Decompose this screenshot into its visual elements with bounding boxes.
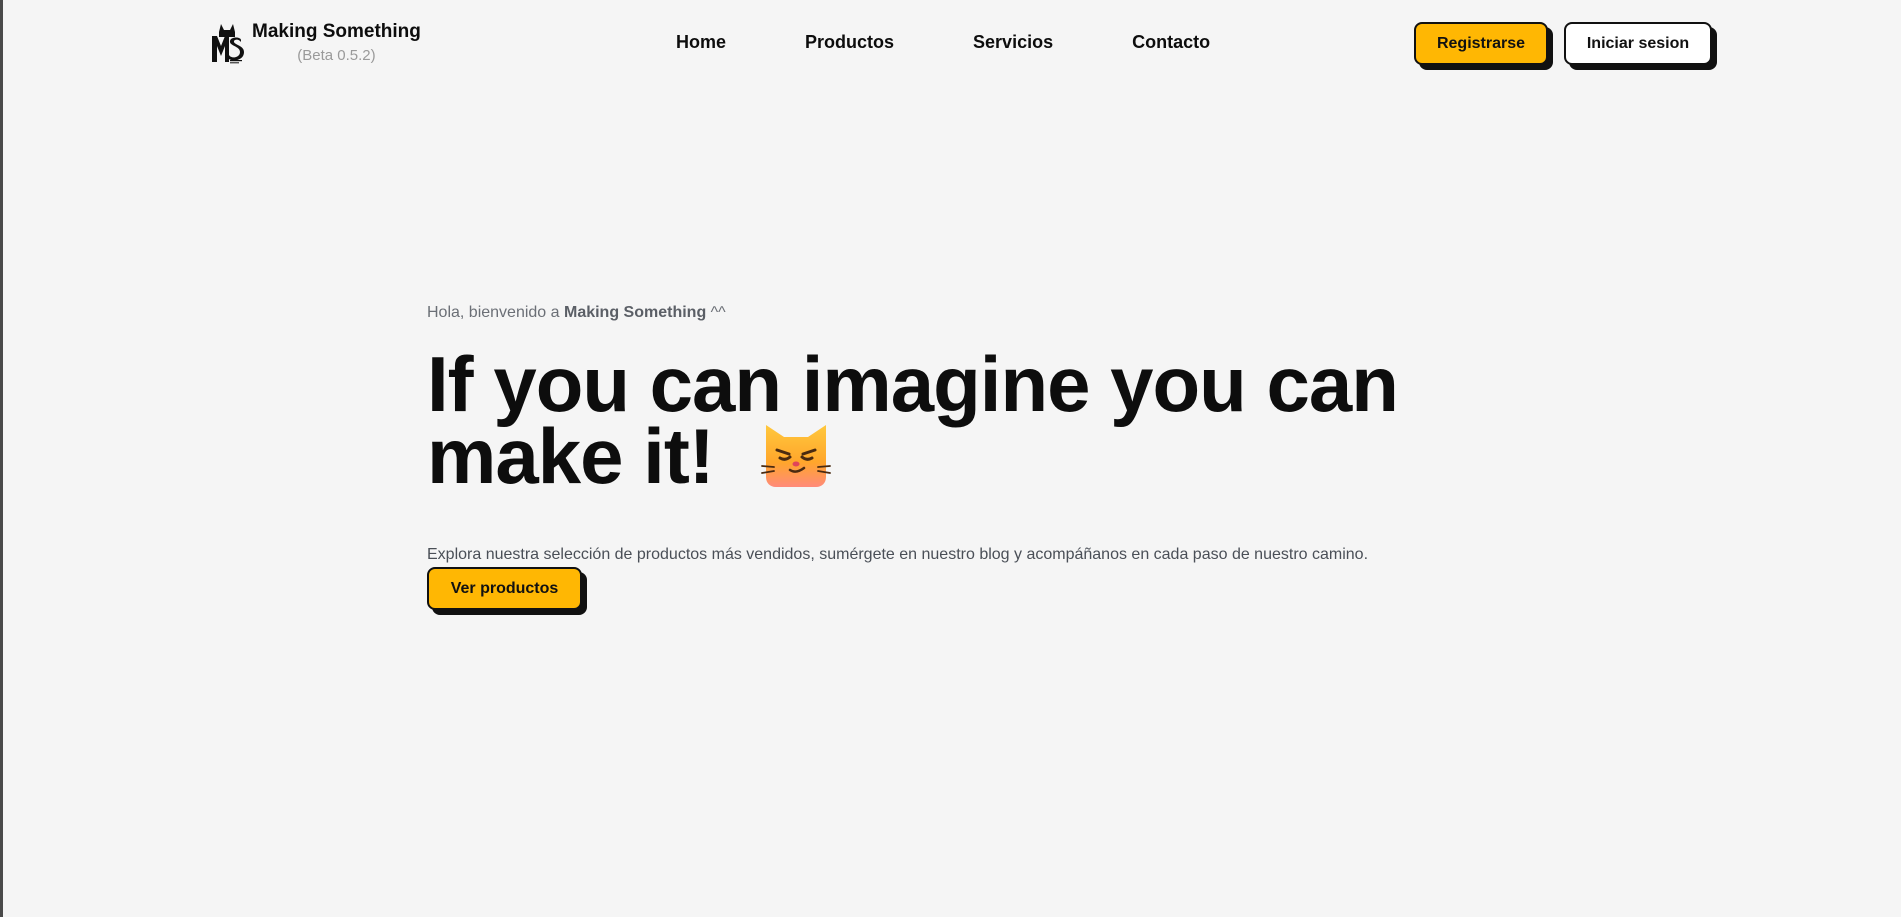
login-button[interactable]: Iniciar sesion (1564, 22, 1712, 65)
nav-productos[interactable]: Productos (805, 32, 894, 53)
greeting-prefix: Hola, bienvenido a (427, 304, 564, 321)
cat-logo-icon (212, 24, 244, 64)
hero-description: Explora nuestra selección de productos m… (427, 546, 1369, 564)
register-button[interactable]: Registrarse (1414, 22, 1548, 65)
greeting: Hola, bienvenido a Making Something ^^ (427, 302, 1477, 324)
brand-version: (Beta 0.5.2) (297, 47, 376, 64)
view-products-button[interactable]: Ver productos (427, 567, 582, 610)
headline-line-1: If you can imagine you can (427, 340, 1399, 428)
nav-servicios[interactable]: Servicios (973, 32, 1053, 53)
main-nav: Home Productos Servicios Contacto (676, 32, 1210, 53)
headline-line-2: make it! (427, 412, 715, 500)
brand-name: Making Something (252, 21, 421, 42)
window-left-edge (0, 0, 3, 917)
hero-section: Hola, bienvenido a Making Something ^^ I… (427, 302, 1477, 610)
site-header: Making Something (Beta 0.5.2) Home Produ… (0, 0, 1901, 90)
nav-contacto[interactable]: Contacto (1132, 32, 1210, 53)
brand[interactable]: Making Something (Beta 0.5.2) (210, 20, 421, 66)
greeting-suffix: ^^ (706, 304, 726, 321)
greeting-brand: Making Something (563, 304, 707, 321)
headline-line-2-wrap: make it! (427, 417, 1477, 495)
nav-home[interactable]: Home (676, 32, 726, 53)
page-title: If you can imagine you can make it! (427, 340, 1477, 495)
smirking-cat-icon (761, 425, 832, 487)
